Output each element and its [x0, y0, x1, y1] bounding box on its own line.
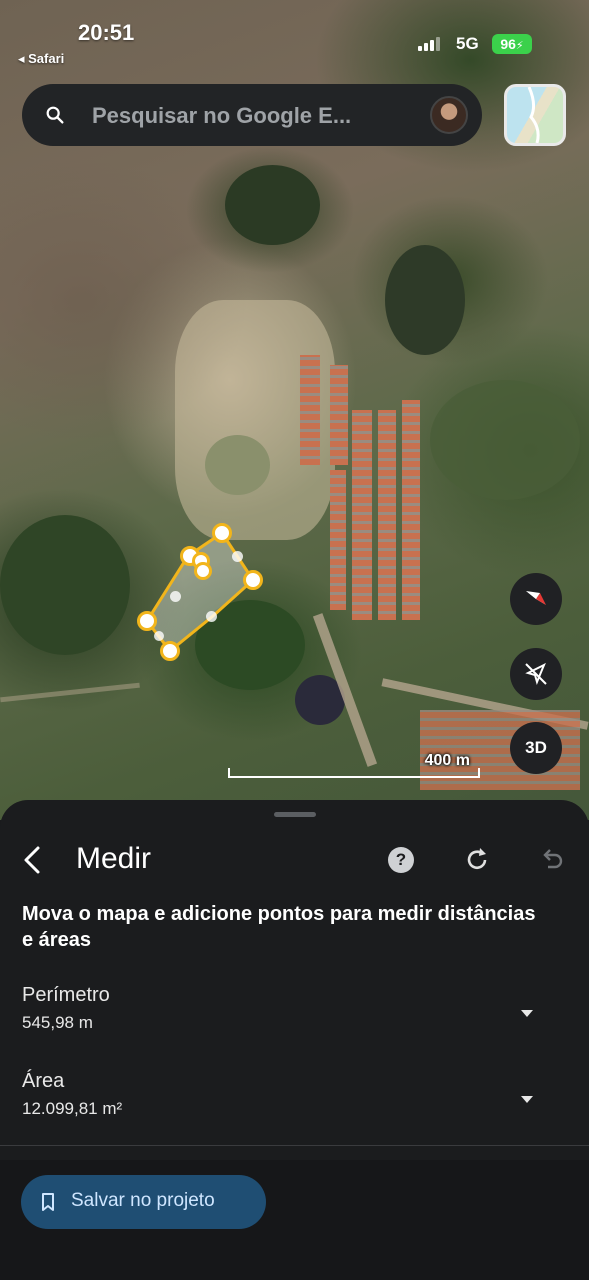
map-scale: 400 m: [228, 752, 480, 778]
midpoint-handle[interactable]: [170, 591, 181, 602]
location-button[interactable]: [510, 648, 562, 700]
undo-icon[interactable]: [538, 846, 566, 874]
measure-panel: Medir ? Mova o mapa e adicione pontos pa…: [0, 800, 589, 1280]
compass-button[interactable]: [510, 573, 562, 625]
perimeter-label: Perímetro: [22, 984, 110, 1006]
map-layers-button[interactable]: [504, 84, 566, 146]
refresh-icon[interactable]: [462, 845, 492, 875]
help-icon[interactable]: ?: [388, 847, 414, 873]
search-bar[interactable]: Pesquisar no Google E...: [22, 84, 482, 146]
bookmark-icon: [42, 1193, 54, 1211]
measure-point[interactable]: [194, 562, 212, 580]
location-off-icon: [525, 662, 547, 686]
perimeter-row[interactable]: Perímetro 545,98 m: [22, 984, 567, 1033]
status-time: 20:51: [78, 20, 135, 45]
compass-icon: [526, 591, 546, 605]
chevron-down-icon[interactable]: [521, 1096, 533, 1103]
search-input[interactable]: Pesquisar no Google E...: [92, 103, 351, 129]
area-value: 12.099,81 m²: [22, 1099, 123, 1118]
measure-point[interactable]: [160, 641, 180, 661]
measure-point[interactable]: [137, 611, 157, 631]
back-to-safari-link[interactable]: ◂ Safari: [18, 51, 64, 67]
area-label: Área: [22, 1070, 65, 1092]
instruction-text: Mova o mapa e adicione pontos para medir…: [22, 903, 536, 951]
panel-title: Medir: [76, 842, 152, 875]
chevron-down-icon[interactable]: [521, 1010, 533, 1017]
midpoint-handle[interactable]: [232, 551, 243, 562]
avatar[interactable]: [430, 96, 468, 134]
save-button-label: Salvar no projeto: [71, 1190, 215, 1211]
network-type: 5G: [456, 34, 479, 53]
divider: [0, 1145, 589, 1146]
scale-bar: [228, 768, 480, 778]
midpoint-handle[interactable]: [154, 631, 164, 641]
map-thumbnail-icon: [527, 87, 540, 143]
search-icon: [46, 106, 64, 124]
battery-icon: 96⚡: [492, 34, 532, 54]
perimeter-value: 545,98 m: [22, 1013, 93, 1032]
measure-point[interactable]: [212, 523, 232, 543]
signal-icon: [418, 37, 442, 51]
midpoint-handle[interactable]: [206, 611, 217, 622]
drag-handle[interactable]: [274, 812, 316, 817]
measure-point[interactable]: [243, 570, 263, 590]
save-to-project-button[interactable]: Salvar no projeto: [21, 1175, 266, 1229]
battery-level: 96: [500, 36, 516, 52]
back-arrow-icon[interactable]: [18, 842, 46, 878]
3d-toggle-button[interactable]: 3D: [510, 722, 562, 774]
area-row[interactable]: Área 12.099,81 m²: [22, 1070, 567, 1119]
status-bar: 20:51 ◂ Safari 5G 96⚡: [0, 0, 589, 70]
